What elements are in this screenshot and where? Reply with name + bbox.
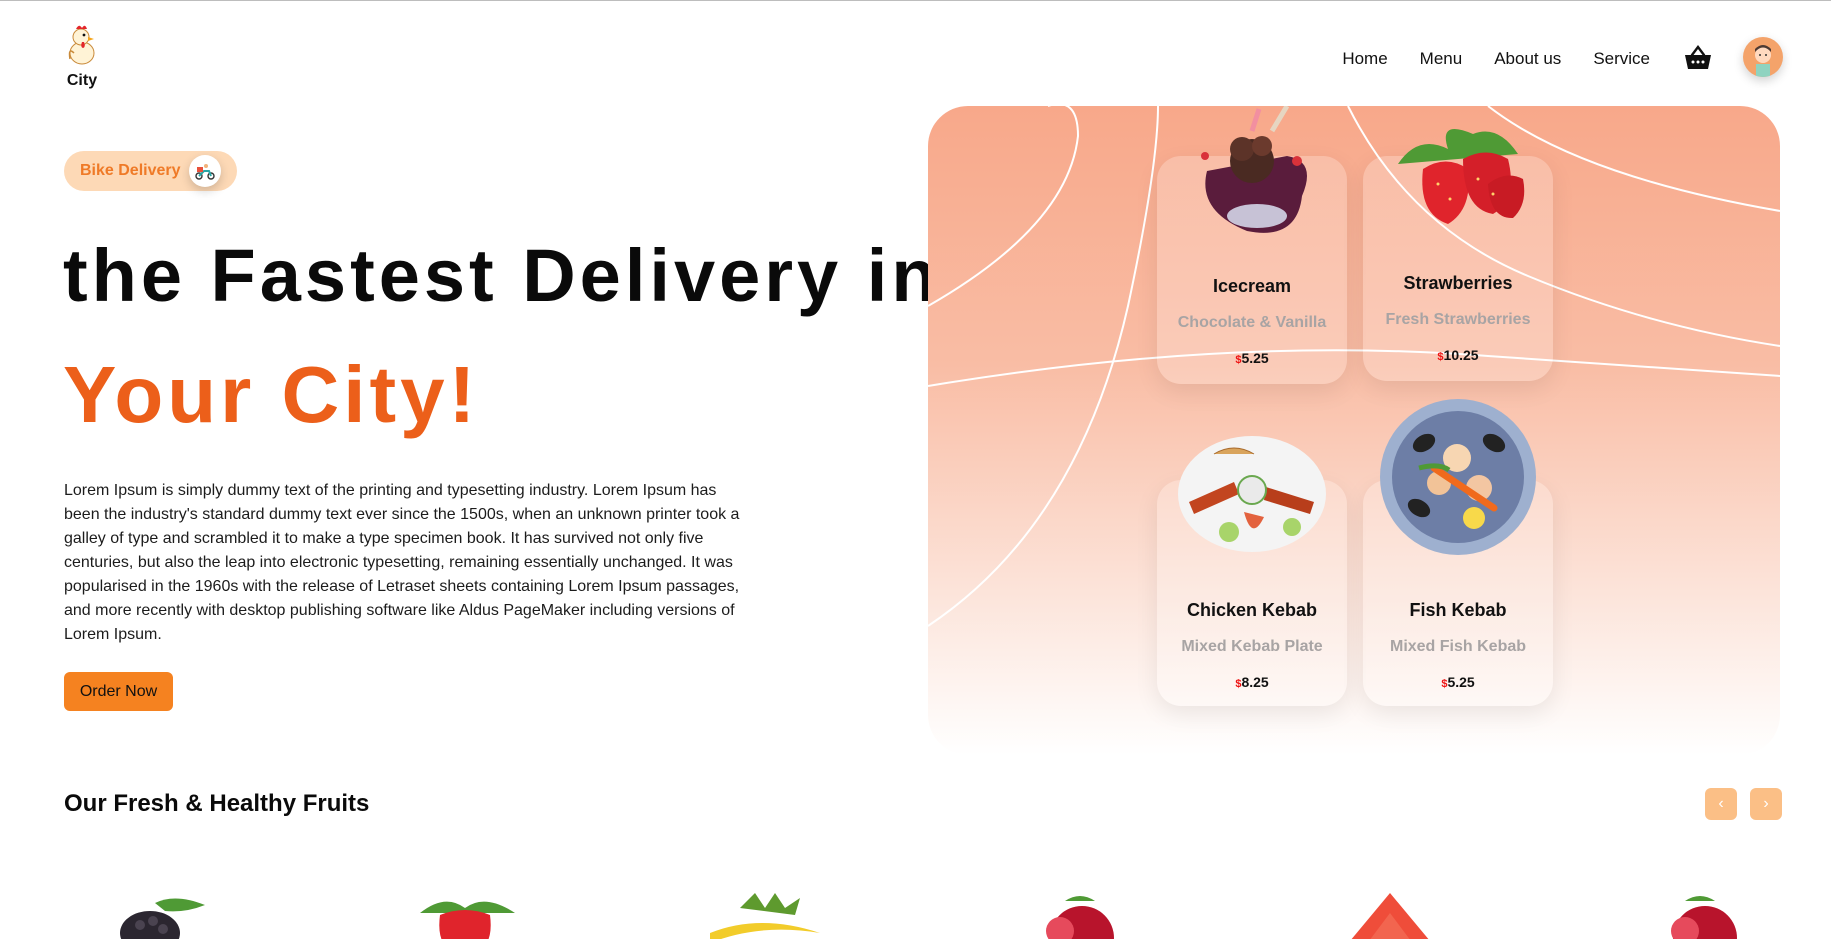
card-subtitle: Chocolate & Vanilla (1177, 314, 1327, 331)
card-price: $5.25 (1363, 674, 1553, 690)
fruits-section-title: Our Fresh & Healthy Fruits (64, 790, 370, 817)
main-nav: Home Menu About us Service (1310, 37, 1783, 79)
nav-home[interactable]: Home (1342, 49, 1387, 69)
menu-card-fish-kebab[interactable]: Fish Kebab Mixed Fish Kebab $5.25 (1363, 399, 1553, 706)
hero-title-line2: Your City! (63, 350, 480, 439)
price-value: 5.25 (1447, 674, 1475, 690)
order-now-button[interactable]: Order Now (64, 672, 173, 711)
price-value: 8.25 (1241, 674, 1269, 690)
featured-panel: Icecream Chocolate & Vanilla $5.25 Straw… (928, 106, 1780, 755)
card-price: $8.25 (1157, 674, 1347, 690)
brand-name: City (66, 72, 98, 89)
pomegranate-image (1046, 896, 1114, 939)
blackberry-image (120, 898, 205, 939)
nav-about-us[interactable]: About us (1494, 49, 1561, 69)
menu-card-strawberries[interactable]: Strawberries Fresh Strawberries $10.25 (1363, 129, 1553, 381)
bike-delivery-badge: Bike Delivery (64, 151, 237, 191)
user-avatar-icon (1755, 45, 1771, 77)
fish-kebab-image (1380, 399, 1536, 555)
chicken-logo-icon (68, 25, 95, 65)
user-avatar[interactable] (1743, 37, 1783, 77)
card-name: Fish Kebab (1409, 600, 1507, 620)
nav-service[interactable]: Service (1593, 49, 1650, 69)
delivery-scooter-icon (189, 155, 221, 187)
card-subtitle: Mixed Fish Kebab (1389, 638, 1527, 655)
card-price: $5.25 (1157, 350, 1347, 366)
card-name: Icecream (1212, 276, 1292, 296)
badge-label: Bike Delivery (80, 162, 181, 179)
fruits-prev-button[interactable]: ‹ (1705, 788, 1737, 820)
card-name: Chicken Kebab (1186, 600, 1318, 620)
watermelon-image (1351, 893, 1429, 939)
strawberries-image (1398, 129, 1525, 224)
hero-title-line1: the Fastest Delivery in (63, 234, 941, 317)
strawberry-image (420, 901, 515, 939)
hero-description: Lorem Ipsum is simply dummy text of the … (64, 482, 740, 643)
price-value: 10.25 (1443, 347, 1479, 363)
card-name: Strawberries (1403, 273, 1513, 293)
menu-card-icecream[interactable]: Icecream Chocolate & Vanilla $5.25 (1157, 106, 1347, 384)
pomegranate-image-2 (1671, 896, 1737, 939)
header: City Home Menu About us Service (0, 1, 1831, 97)
icecream-image (1201, 106, 1307, 233)
nav-menu[interactable]: Menu (1420, 49, 1463, 69)
card-subtitle: Fresh Strawberries (1385, 311, 1531, 328)
banana-image (710, 893, 820, 939)
basket-icon[interactable] (1683, 45, 1713, 71)
card-price: $10.25 (1363, 347, 1553, 363)
fruits-next-button[interactable]: › (1750, 788, 1782, 820)
chicken-kebab-image (1178, 436, 1326, 552)
brand-logo[interactable]: City (62, 23, 102, 89)
menu-card-chicken-kebab[interactable]: Chicken Kebab Mixed Kebab Plate $8.25 (1157, 436, 1347, 706)
decorative-curves (928, 106, 1780, 627)
card-subtitle: Mixed Kebab Plate (1181, 638, 1323, 655)
price-value: 5.25 (1241, 350, 1269, 366)
